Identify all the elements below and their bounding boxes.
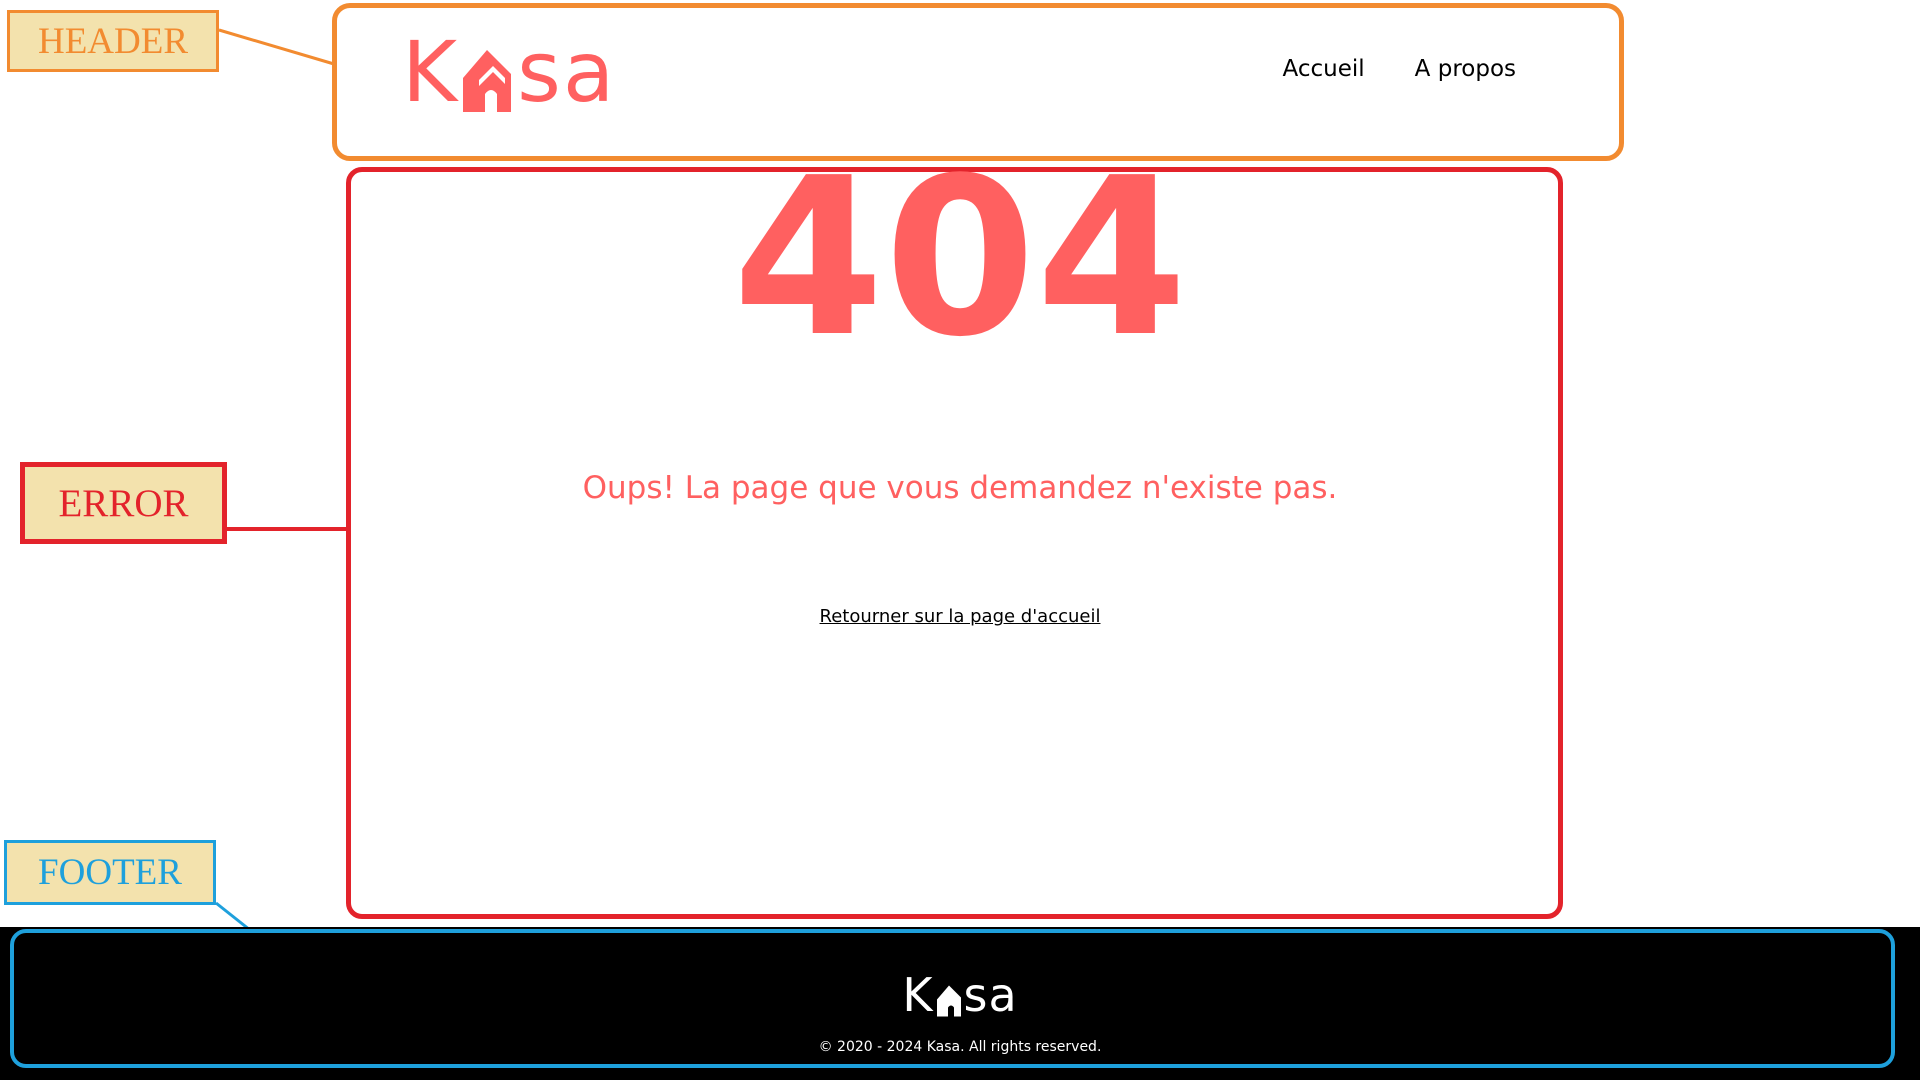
- header-logo-rest: sa: [517, 23, 617, 121]
- error-message: Oups! La page que vous demandez n'existe…: [582, 470, 1338, 506]
- nav-link-home[interactable]: Accueil: [1283, 56, 1365, 82]
- house-icon: [936, 985, 961, 1017]
- header-annotation-label: HEADER: [37, 20, 189, 62]
- error-link-wrapper: Retourner sur la page d'accueil: [0, 606, 1920, 627]
- footer-copyright: © 2020 - 2024 Kasa. All rights reserved.: [818, 1039, 1102, 1055]
- footer-annotation-tag: FOOTER: [4, 840, 216, 905]
- nav-link-about[interactable]: A propos: [1415, 56, 1516, 82]
- header-annotation-tag: HEADER: [7, 10, 219, 72]
- footer-logo-first-letter: K: [902, 968, 934, 1022]
- back-home-link[interactable]: Retourner sur la page d'accueil: [820, 606, 1101, 627]
- header-logo-first-letter: K: [402, 23, 460, 121]
- error-code: 404: [732, 132, 1188, 385]
- main-nav: Accueil A propos: [1283, 56, 1516, 82]
- house-icon: [463, 50, 512, 112]
- footer-logo-rest: sa: [963, 968, 1018, 1022]
- footer-connector: [215, 901, 251, 932]
- footer-annotation-label: FOOTER: [38, 852, 182, 893]
- footer-logo: K sa: [0, 972, 1920, 1018]
- header-logo[interactable]: K sa: [402, 30, 616, 114]
- header-connector: [218, 28, 335, 66]
